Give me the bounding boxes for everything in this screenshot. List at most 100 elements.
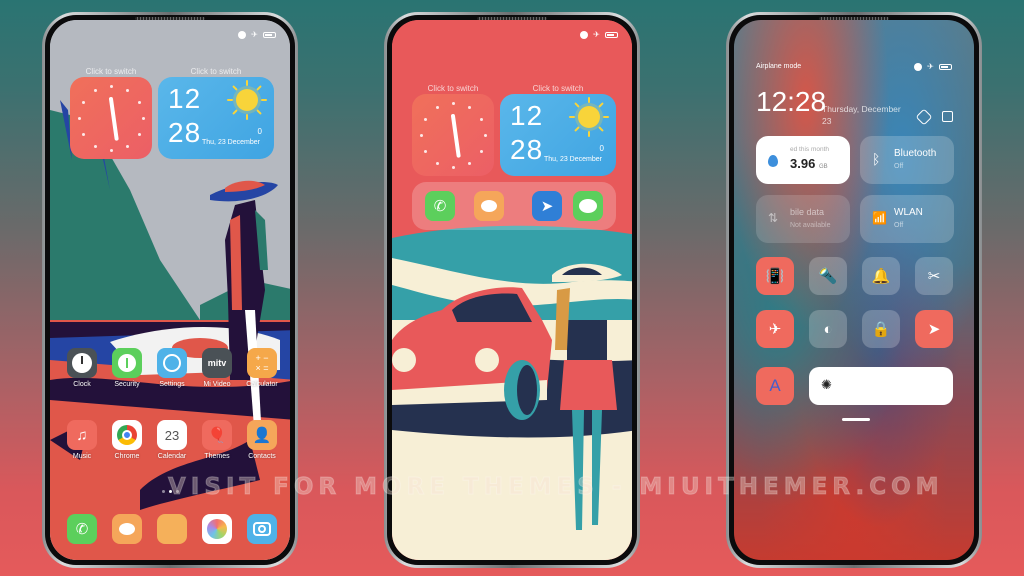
clock-tick	[110, 85, 113, 88]
sun-ray	[588, 131, 590, 137]
widget-hour: 12	[510, 100, 544, 131]
sun-ray	[588, 97, 590, 103]
wifi-icon: 📶	[872, 211, 887, 225]
clock-tick	[452, 166, 455, 169]
home-indicator[interactable]	[842, 418, 870, 421]
app-clock[interactable]: Clock	[62, 348, 102, 388]
sun-icon	[227, 80, 267, 120]
app-label: Mi Video	[203, 381, 231, 388]
sun-ray	[232, 85, 238, 91]
app-mi-video[interactable]: mitv Mi Video	[197, 348, 237, 388]
app-calculator[interactable]: + − × = Calculator	[242, 348, 282, 388]
dock-wechat-icon[interactable]	[573, 191, 603, 221]
widget-temperature: 0	[599, 144, 604, 153]
battery-icon	[263, 31, 276, 38]
status-bar: ✈	[238, 30, 276, 39]
settings-icon[interactable]	[915, 108, 933, 126]
sun-ray	[227, 99, 233, 101]
sun-ray	[569, 116, 575, 118]
analog-clock-widget[interactable]	[70, 77, 152, 159]
dock-phone-icon[interactable]: ✆	[425, 191, 455, 221]
mobile-data-tile[interactable]: ⇅ bile data Not available	[756, 195, 850, 243]
sun-ray	[574, 126, 580, 132]
app-contacts[interactable]: 👤 Contacts	[242, 420, 282, 460]
analog-clock-widget[interactable]	[412, 94, 494, 176]
clock-tick	[142, 117, 145, 120]
clock-tick	[484, 134, 487, 137]
dock-phone-icon[interactable]: ✆	[67, 514, 97, 544]
clock-tick	[94, 89, 97, 93]
clock-tick	[468, 161, 471, 165]
sun-ray	[574, 102, 580, 108]
dock-camera-icon[interactable]	[247, 514, 277, 544]
clock-hand	[108, 96, 119, 141]
security-icon	[112, 348, 142, 378]
sun-ray	[246, 80, 248, 86]
contacts-icon: 👤	[247, 420, 277, 450]
dock-messages-icon[interactable]	[474, 191, 504, 221]
app-label: Chrome	[114, 453, 140, 460]
mitv-icon: mitv	[202, 348, 232, 378]
weather-clock-widget[interactable]: 12 28 Thu, 23 December 0	[500, 94, 616, 176]
bluetooth-state: Off	[894, 163, 904, 170]
widget-date: Thu, 23 December	[202, 139, 260, 146]
app-label: Contacts	[248, 453, 276, 460]
dock-gallery-icon[interactable]	[202, 514, 232, 544]
airplane-icon: ✈	[593, 30, 600, 39]
data-usage-value: 3.96 GB	[790, 156, 828, 171]
brightness-slider[interactable]: ✺	[809, 367, 953, 405]
clock-tick	[424, 118, 428, 121]
wlan-tile[interactable]: 📶 WLAN Off	[860, 195, 954, 243]
bluetooth-icon: ᛒ	[872, 151, 881, 167]
cc-date: Thursday, December 23	[822, 104, 901, 126]
themes-icon: 🎈	[202, 420, 232, 450]
screenshot-icon[interactable]: ✂	[915, 257, 953, 295]
app-music[interactable]: ♫ Music	[62, 420, 102, 460]
clock-tick	[436, 161, 439, 165]
clock-tick	[82, 133, 86, 136]
bluetooth-tile[interactable]: ᛒ Bluetooth Off	[860, 136, 954, 184]
dock-paper-plane-icon[interactable]: ➤	[532, 191, 562, 221]
calendar-icon: 23	[157, 420, 187, 450]
app-label: Security	[114, 381, 140, 388]
bell-icon[interactable]: 🔔	[862, 257, 900, 295]
dock-messages-icon[interactable]	[112, 514, 142, 544]
dark-mode-icon[interactable]: ◐	[809, 310, 847, 348]
app-chrome[interactable]: Chrome	[107, 420, 147, 460]
clock-switch-label[interactable]: Click to switch	[412, 84, 494, 93]
clock-tick	[420, 134, 423, 137]
clock-icon	[67, 348, 97, 378]
data-usage-label: ed this month	[790, 146, 830, 153]
vibrate-icon[interactable]: 📳	[756, 257, 794, 295]
clock-tick	[137, 133, 141, 136]
clock-tick	[137, 101, 141, 104]
lock-icon[interactable]: 🔒	[862, 310, 900, 348]
sun-ray	[256, 85, 262, 91]
weather-switch-label[interactable]: Click to switch	[158, 67, 274, 76]
edit-icon[interactable]	[942, 111, 953, 122]
app-themes[interactable]: 🎈 Themes	[197, 420, 237, 460]
status-bar: ✈	[914, 62, 952, 71]
widget-hour: 12	[168, 83, 202, 114]
weather-clock-widget[interactable]: 12 28 Thu, 23 December 0	[158, 77, 274, 159]
app-settings[interactable]: Settings	[152, 348, 192, 388]
calculator-icon: + − × =	[247, 348, 277, 378]
sun-ray	[261, 99, 267, 101]
auto-brightness-button[interactable]: A	[756, 367, 794, 405]
flashlight-icon[interactable]: 🔦	[809, 257, 847, 295]
airplane-icon: ✈	[251, 30, 258, 39]
widget-date: Thu, 23 December	[544, 156, 602, 163]
data-usage-tile[interactable]: ed this month 3.96 GB	[756, 136, 850, 184]
dock-notes-icon[interactable]	[157, 514, 187, 544]
weather-switch-label[interactable]: Click to switch	[500, 84, 616, 93]
clock-tick	[468, 106, 471, 110]
location-icon[interactable]: ➤	[915, 310, 953, 348]
app-security[interactable]: Security	[107, 348, 147, 388]
clock-tick	[94, 144, 97, 148]
clock-tick	[126, 89, 129, 93]
app-calendar[interactable]: 23 Calendar	[152, 420, 192, 460]
airplane-toggle-icon[interactable]: ✈	[756, 310, 794, 348]
battery-icon	[605, 31, 618, 38]
clock-tick	[452, 102, 455, 105]
clock-switch-label[interactable]: Click to switch	[70, 67, 152, 76]
